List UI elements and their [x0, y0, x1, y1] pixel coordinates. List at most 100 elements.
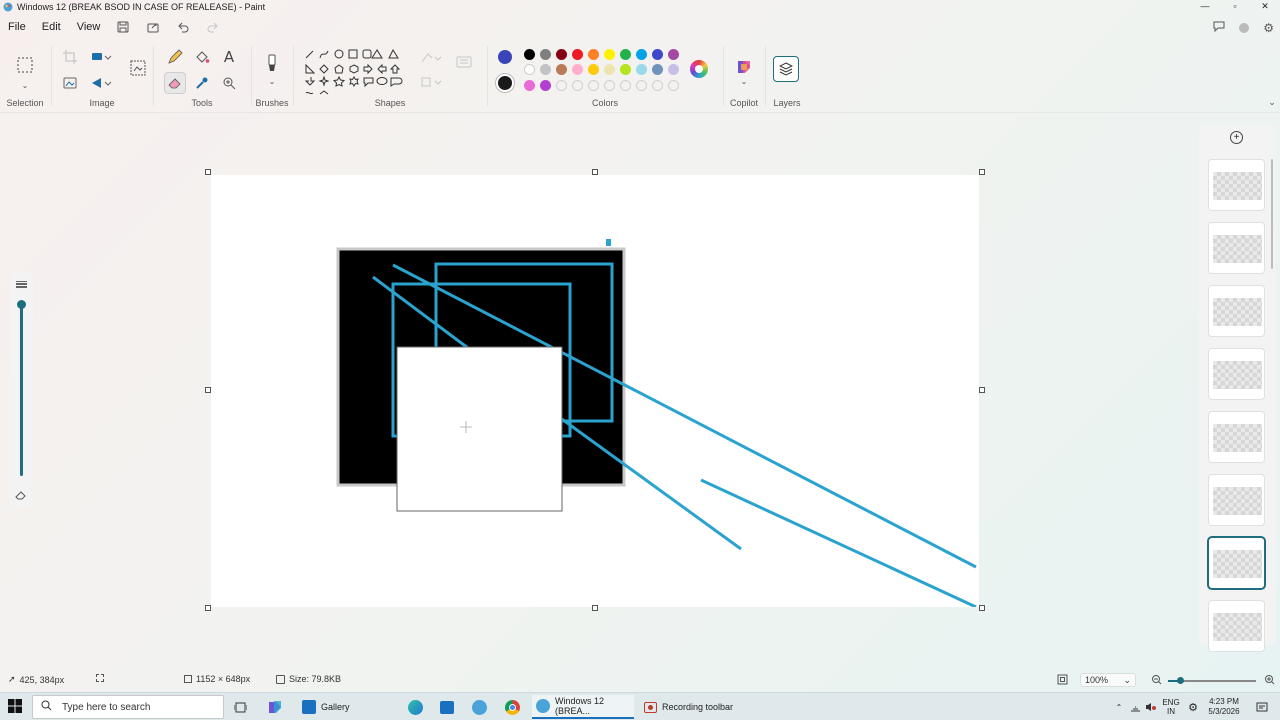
rotate-icon[interactable] [88, 74, 114, 92]
zoom-select[interactable]: 100% ⌄ [1080, 673, 1136, 687]
resize-handle-bl[interactable] [205, 605, 211, 611]
zoom-slider-thumb[interactable] [1176, 677, 1184, 684]
taskbar-app-gallery[interactable]: Gallery [298, 695, 354, 719]
resize-handle-tr[interactable] [979, 169, 985, 175]
color-swatch[interactable] [668, 49, 679, 60]
layer-thumbnail[interactable] [1208, 537, 1265, 589]
copilot-icon[interactable] [735, 58, 753, 76]
remove-background-icon[interactable] [60, 74, 80, 92]
layer-thumbnail[interactable] [1208, 348, 1265, 400]
layers-scrollbar[interactable] [1271, 159, 1273, 269]
chrome-icon[interactable] [503, 695, 521, 719]
color-swatch[interactable] [572, 64, 583, 75]
menu-edit[interactable]: Edit [34, 21, 69, 33]
color-swatch[interactable] [524, 49, 535, 60]
paint-taskbar-icon[interactable] [470, 695, 488, 719]
color-picker-icon[interactable] [191, 72, 213, 94]
slider-track[interactable] [20, 302, 23, 476]
clock[interactable]: 4:23 PM 5/3/2026 [1202, 693, 1246, 720]
image-edit-icon[interactable] [128, 58, 148, 78]
layer-thumbnail[interactable] [1208, 411, 1265, 463]
selection-icon[interactable] [14, 54, 36, 76]
share-icon[interactable] [138, 16, 168, 38]
color-swatch[interactable] [524, 80, 535, 91]
color-swatch[interactable] [588, 49, 599, 60]
color-swatch[interactable] [652, 64, 663, 75]
empty-color-slot[interactable] [620, 80, 631, 91]
color-swatch[interactable] [588, 64, 599, 75]
resize-handle-br[interactable] [979, 605, 985, 611]
feedback-icon[interactable] [1213, 20, 1225, 35]
empty-color-slot[interactable] [604, 80, 615, 91]
brush-icon[interactable] [261, 52, 283, 76]
copilot-chevron-icon[interactable]: ⌄ [739, 76, 749, 86]
zoom-in-icon[interactable] [1264, 674, 1275, 685]
resize-handle-b[interactable] [592, 605, 598, 611]
shape-outline-icon[interactable] [418, 50, 444, 66]
volume-muted-icon[interactable] [1144, 693, 1158, 720]
color-swatch[interactable] [540, 80, 551, 91]
task-view-icon[interactable] [232, 695, 248, 719]
color-swatch[interactable] [652, 49, 663, 60]
ribbon-collapse-icon[interactable]: ⌄ [1266, 96, 1278, 108]
resize-handle-tl[interactable] [205, 169, 211, 175]
menu-view[interactable]: View [69, 21, 109, 33]
color-swatch[interactable] [556, 64, 567, 75]
save-icon[interactable] [108, 16, 138, 38]
layer-thumbnail[interactable] [1208, 222, 1265, 274]
brush-chevron-icon[interactable]: ⌄ [267, 76, 277, 86]
empty-color-slot[interactable] [588, 80, 599, 91]
color-swatch[interactable] [540, 49, 551, 60]
drawing-canvas[interactable] [211, 175, 979, 607]
color-swatch[interactable] [668, 64, 679, 75]
brush-size-slider[interactable] [10, 272, 33, 508]
layer-thumbnail[interactable] [1208, 159, 1265, 211]
copilot-taskbar-icon[interactable] [266, 695, 284, 719]
active-color-indicator[interactable] [498, 50, 512, 64]
empty-color-slot[interactable] [668, 80, 679, 91]
slider-thumb[interactable] [17, 300, 26, 309]
color-swatch[interactable] [524, 64, 535, 75]
empty-color-slot[interactable] [572, 80, 583, 91]
shape-fill-icon[interactable] [418, 74, 444, 90]
fit-to-window-icon[interactable] [1057, 674, 1068, 685]
layer-thumbnail[interactable] [1208, 474, 1265, 526]
color-swatch[interactable] [572, 49, 583, 60]
selection-chevron-icon[interactable]: ⌄ [19, 80, 31, 90]
color-swatch[interactable] [604, 64, 615, 75]
edge-icon[interactable] [406, 695, 424, 719]
empty-color-slot[interactable] [556, 80, 567, 91]
taskbar-search[interactable]: Type here to search [32, 695, 224, 719]
zoom-slider[interactable] [1168, 677, 1256, 684]
minimize-button[interactable]: — [1190, 0, 1220, 12]
resize-handle-t[interactable] [592, 169, 598, 175]
primary-color[interactable] [495, 73, 515, 93]
fill-bucket-icon[interactable] [191, 46, 213, 68]
color-swatch[interactable] [636, 49, 647, 60]
color-swatch[interactable] [556, 49, 567, 60]
settings-gear-icon[interactable]: ⚙ [1263, 21, 1274, 35]
taskbar-app-paint[interactable]: Windows 12 (BREA... [532, 695, 634, 719]
resize-handle-r[interactable] [979, 387, 985, 393]
undo-icon[interactable] [168, 16, 198, 38]
empty-color-slot[interactable] [636, 80, 647, 91]
menu-file[interactable]: File [0, 21, 34, 33]
color-swatch[interactable] [620, 49, 631, 60]
crop-icon[interactable] [60, 48, 80, 66]
layers-icon[interactable] [773, 56, 799, 82]
network-icon[interactable] [1128, 693, 1142, 720]
store-icon[interactable] [438, 695, 456, 719]
zoom-out-icon[interactable] [1151, 674, 1162, 685]
pencil-icon[interactable] [164, 46, 186, 68]
settings-tray-icon[interactable]: ⚙ [1186, 693, 1200, 720]
layer-thumbnail[interactable] [1208, 285, 1265, 337]
layer-thumbnail[interactable] [1208, 600, 1265, 652]
resize-handle-l[interactable] [205, 387, 211, 393]
add-layer-icon[interactable]: + [1230, 131, 1243, 144]
magnifier-icon[interactable] [218, 72, 240, 94]
language-indicator[interactable]: ENG IN [1158, 693, 1184, 720]
taskbar-app-recording[interactable]: Recording toolbar [640, 695, 737, 719]
text-tool-icon[interactable]: A [218, 46, 240, 68]
notifications-icon[interactable] [1252, 693, 1272, 720]
color-swatch[interactable] [620, 64, 631, 75]
